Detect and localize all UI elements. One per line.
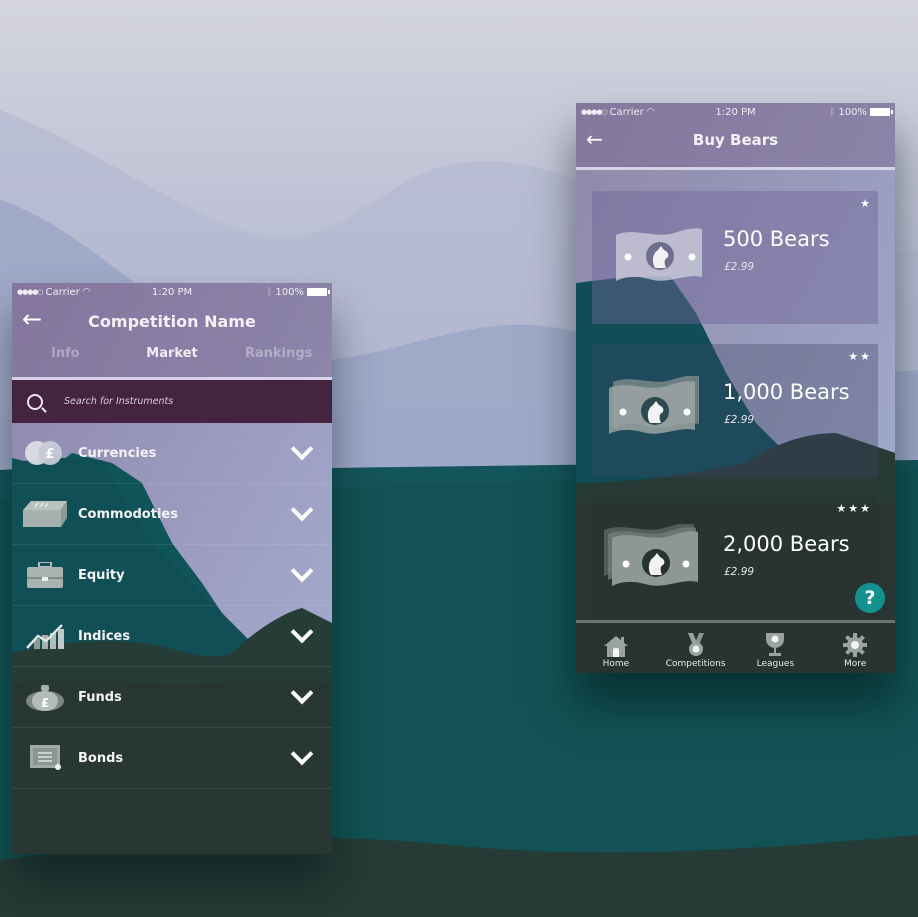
market-screen: ●●●●○ Carrier ◠ 1:20 PM ᛒ 100% ← Competi…: [12, 283, 332, 854]
chevron-down-icon[interactable]: [290, 498, 314, 522]
package-title: 500 Bears: [723, 227, 830, 251]
tab-more[interactable]: More: [815, 623, 895, 673]
buy-bears-screen: ●●●●○ Carrier ◠ 1:20 PM ᛒ 100% ← Buy Bea…: [576, 103, 895, 673]
chart-icon: [26, 624, 64, 649]
instrument-category-list: £ Currencies Commodoties Equity Indices …: [12, 423, 332, 789]
briefcase-icon: [27, 562, 63, 588]
signal-icon: ●●●●○: [581, 108, 608, 116]
certificate-icon: [30, 745, 61, 770]
gear-icon: [843, 633, 868, 657]
bottom-tab-bar: Home Competitions Leagues More: [576, 620, 895, 673]
tab-leagues[interactable]: Leagues: [736, 623, 816, 673]
package-price: £2.99: [724, 261, 755, 273]
page-title: Buy Bears: [692, 131, 779, 149]
category-label: Bonds: [78, 750, 124, 766]
page-title: Competition Name: [88, 312, 256, 331]
category-label: Equity: [78, 567, 125, 583]
package-card-500[interactable]: ★ 500 Bears £2.99: [592, 191, 878, 324]
tab-home[interactable]: Home: [576, 623, 656, 673]
svg-text:£: £: [45, 447, 54, 462]
package-title: 1,000 Bears: [723, 380, 850, 404]
carrier-label: Carrier: [45, 286, 80, 298]
rating-stars: ★: [860, 197, 872, 210]
category-label: Commodoties: [78, 506, 178, 522]
category-indices[interactable]: Indices: [12, 606, 332, 667]
trophy-icon: [766, 633, 785, 656]
header-divider: [576, 167, 895, 170]
battery-icon: [870, 108, 893, 116]
segment-tabs: Info Market Rankings: [12, 346, 332, 361]
rating-stars: ★★: [848, 350, 872, 363]
tab-label: Competitions: [665, 659, 726, 669]
banknote-icon: [616, 228, 702, 281]
battery-percent: 100%: [838, 106, 867, 118]
tab-info[interactable]: Info: [12, 346, 119, 361]
help-button[interactable]: ?: [855, 583, 885, 613]
wifi-icon: ◠: [82, 287, 91, 297]
banknote-stack-icon: [609, 376, 699, 434]
home-icon: [603, 636, 628, 657]
banknote-bundle-icon: [604, 524, 698, 586]
tab-competitions[interactable]: Competitions: [656, 623, 736, 673]
search-icon: [27, 393, 43, 410]
chevron-down-icon[interactable]: [290, 437, 314, 461]
status-time: 1:20 PM: [151, 286, 193, 298]
chevron-down-icon[interactable]: [290, 681, 314, 705]
tab-rankings[interactable]: Rankings: [225, 346, 332, 361]
battery-icon: [306, 288, 330, 296]
signal-icon: ●●●●○: [17, 288, 44, 296]
tab-label: More: [843, 659, 867, 669]
tab-market[interactable]: Market: [119, 346, 226, 361]
category-label: Currencies: [78, 445, 157, 461]
status-bar: ●●●●○ Carrier ◠ 1:20 PM ᛒ 100%: [12, 283, 332, 301]
category-commodities[interactable]: Commodoties: [12, 484, 332, 545]
rating-stars: ★★★: [836, 502, 872, 515]
tab-label: Leagues: [756, 659, 795, 669]
bluetooth-icon: ᛒ: [829, 106, 836, 118]
medal-icon: [687, 633, 704, 656]
package-card-2000[interactable]: ★★★ 2,000 Bears £2.99: [592, 496, 878, 629]
status-time: 1:20 PM: [715, 106, 756, 118]
search-bar: [12, 380, 332, 423]
chevron-down-icon[interactable]: [290, 559, 314, 583]
search-input[interactable]: [62, 395, 286, 408]
chevron-down-icon[interactable]: [290, 742, 314, 766]
svg-text:£: £: [41, 696, 49, 710]
package-price: £2.99: [724, 566, 755, 578]
category-label: Funds: [78, 689, 122, 705]
tab-label: Home: [602, 659, 630, 669]
chevron-down-icon[interactable]: [290, 620, 314, 644]
wifi-icon: ◠: [646, 107, 655, 117]
package-price: £2.99: [724, 414, 755, 426]
category-funds[interactable]: £ Funds: [12, 667, 332, 728]
gold-bar-icon: [23, 501, 67, 527]
status-bar: ●●●●○ Carrier ◠ 1:20 PM ᛒ 100%: [576, 103, 895, 121]
coins-icon: £: [25, 441, 62, 465]
category-bonds[interactable]: Bonds: [12, 728, 332, 789]
package-title: 2,000 Bears: [723, 532, 850, 556]
money-bag-icon: £: [26, 685, 64, 711]
category-equity[interactable]: Equity: [12, 545, 332, 606]
carrier-label: Carrier: [609, 106, 644, 118]
category-currencies[interactable]: £ Currencies: [12, 423, 332, 484]
category-label: Indices: [78, 628, 131, 644]
package-card-1000[interactable]: ★★ 1,000 Bears £2.99: [592, 344, 878, 477]
battery-percent: 100%: [275, 286, 304, 298]
bluetooth-icon: ᛒ: [266, 286, 273, 298]
